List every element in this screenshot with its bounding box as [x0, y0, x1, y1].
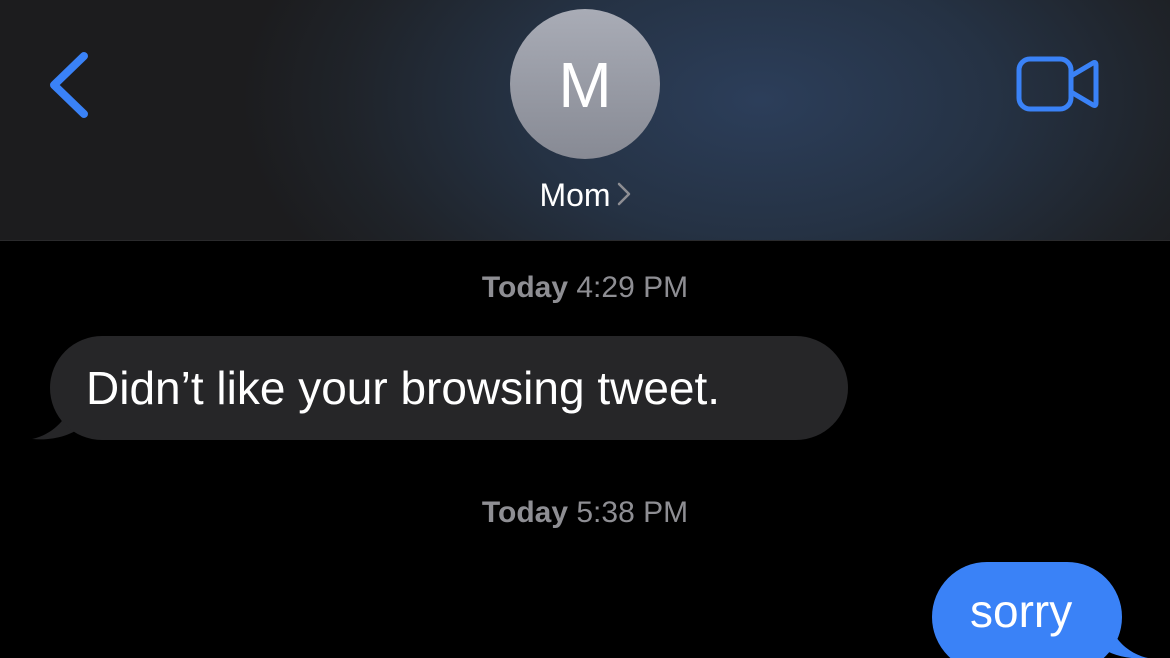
back-button[interactable]: [44, 50, 94, 120]
chevron-left-icon: [50, 52, 88, 118]
message-timestamp: Today 4:29 PM: [0, 270, 1170, 306]
message-timestamp: Today 5:38 PM: [0, 495, 1170, 531]
facetime-video-button[interactable]: [1014, 54, 1102, 114]
timestamp-time: 5:38 PM: [576, 496, 689, 529]
timestamp-time: 4:29 PM: [576, 271, 689, 304]
incoming-message-bubble[interactable]: Didn’t like your browsing tweet.: [50, 336, 848, 440]
message-text: sorry: [970, 585, 1073, 637]
timestamp-day: Today: [481, 271, 569, 304]
message-text: Didn’t like your browsing tweet.: [86, 362, 721, 414]
chevron-right-icon: [617, 182, 630, 205]
contact-name: Mom: [539, 176, 611, 213]
conversation-header: M Mom: [0, 0, 1170, 241]
contact-name-button[interactable]: Mom: [0, 172, 1170, 215]
outgoing-message-bubble[interactable]: sorry: [932, 562, 1122, 658]
timestamp-day: Today: [481, 496, 569, 529]
avatar[interactable]: M: [510, 9, 660, 159]
video-camera-icon: [1016, 56, 1099, 112]
messages-screen: M Mom Today 4:29 PM Didn’t like your bro…: [0, 0, 1170, 658]
avatar-initial: M: [558, 49, 612, 121]
